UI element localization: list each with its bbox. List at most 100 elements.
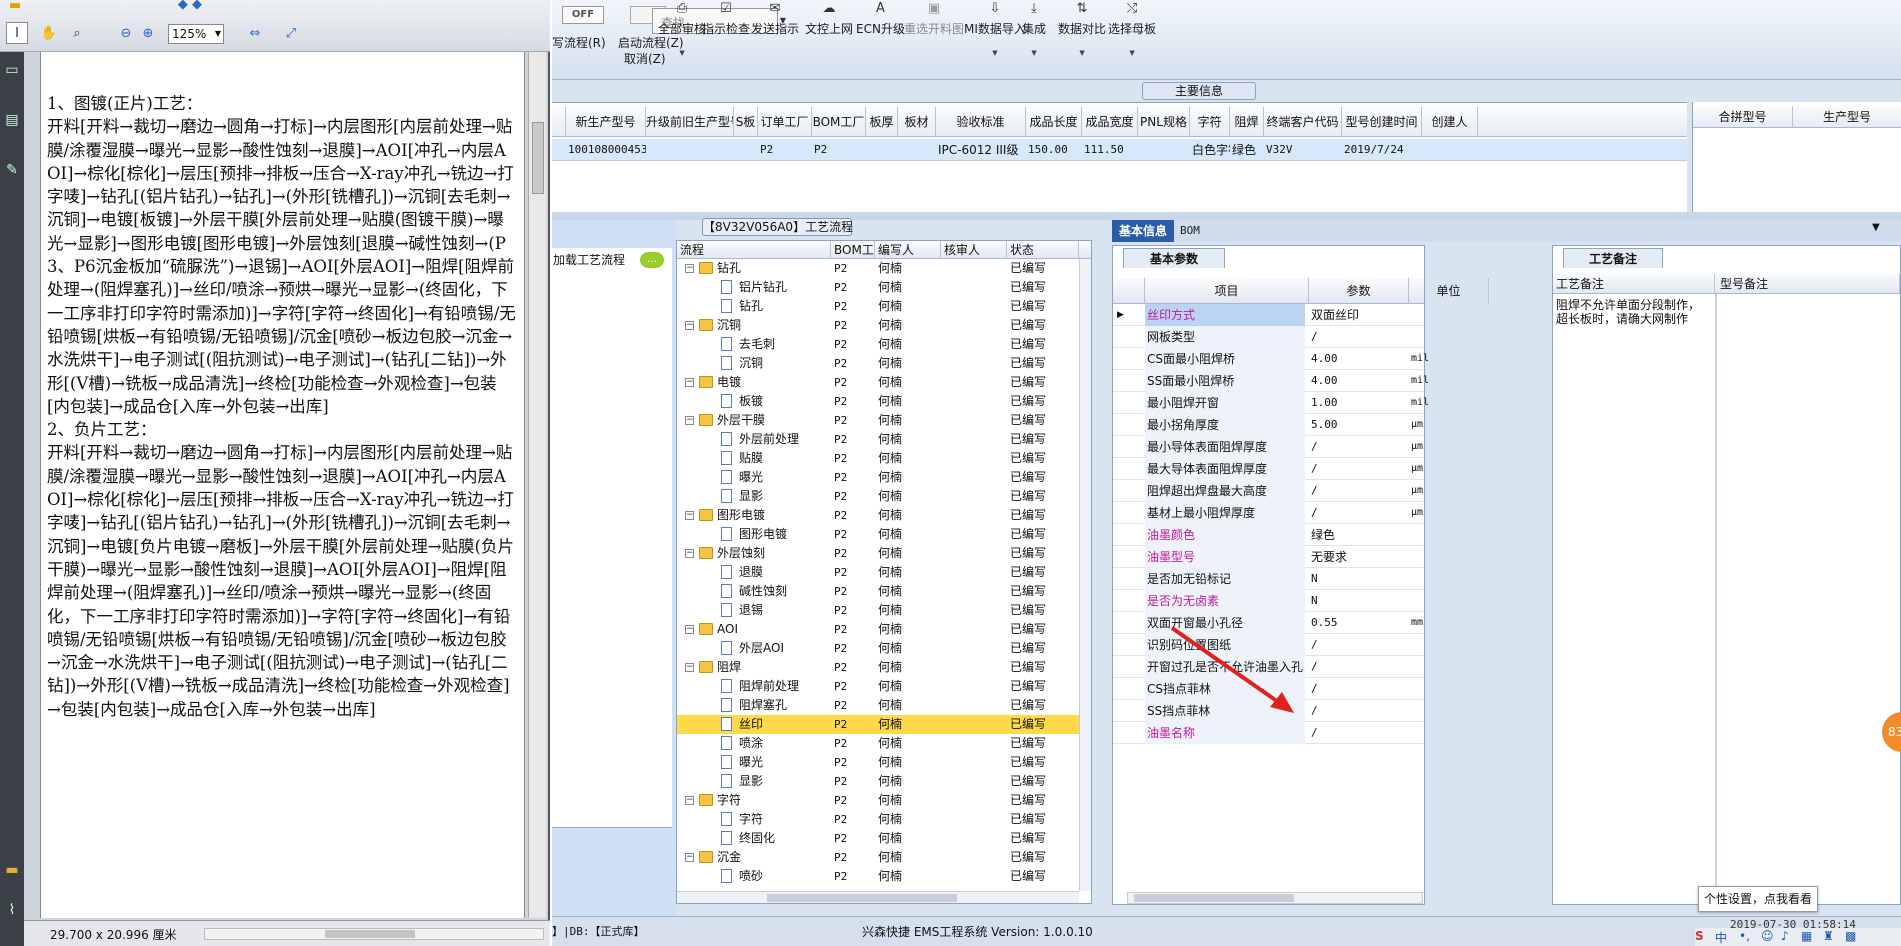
tree-row[interactable]: − 沉金 P2 何楠 已编写 (677, 848, 1079, 867)
collapse-icon[interactable]: − (685, 321, 694, 330)
param-value[interactable]: 1.00 (1309, 392, 1407, 414)
column-header[interactable]: 工艺备注 (1553, 274, 1715, 294)
tree-row[interactable]: 曝光 P2 何楠 已编写 (677, 468, 1079, 487)
param-row[interactable]: 油墨名称 / (1113, 722, 1424, 744)
tab-process-notes[interactable]: 工艺备注 (1563, 248, 1663, 268)
table-cell[interactable]: 10010800045385 (568, 139, 646, 161)
fit-page-icon[interactable]: ⤢ (280, 22, 302, 44)
column-header[interactable]: 状态 (1007, 241, 1079, 259)
collapse-icon[interactable]: − (685, 663, 694, 672)
ribbon-button[interactable]: ⎙ 全部审核 ▼ (658, 0, 706, 76)
tree-row[interactable]: 丝印 P2 何楠 已编写 (677, 715, 1079, 734)
collapse-icon[interactable]: − (685, 625, 694, 634)
param-value[interactable]: 无要求 (1309, 546, 1407, 568)
scroll-thumb[interactable] (532, 122, 544, 194)
param-row[interactable]: 阻焊超出焊盘最大高度 / μm (1113, 480, 1424, 502)
param-value[interactable]: 4.00 (1309, 348, 1407, 370)
tab-basic-info[interactable]: 基本信息 (1112, 220, 1174, 242)
table-cell[interactable]: P2 (814, 139, 866, 161)
param-value[interactable]: / (1309, 700, 1407, 722)
column-header[interactable]: 板材 (898, 107, 936, 137)
column-header[interactable]: 型号备注 (1717, 274, 1900, 294)
ribbon-button[interactable]: ☁ 文控上网 (805, 0, 853, 76)
shirt-icon[interactable]: ♜ (1823, 929, 1834, 943)
table-cell[interactable] (868, 139, 898, 161)
tree-horizontal-scrollbar[interactable] (677, 891, 1079, 903)
load-flow-item[interactable]: 加载工艺流程… (552, 248, 672, 272)
scroll-thumb[interactable] (325, 930, 415, 938)
param-row[interactable]: 最小拐角厚度 5.00 μm (1113, 414, 1424, 436)
tree-row[interactable]: 退锡 P2 何楠 已编写 (677, 601, 1079, 620)
param-row[interactable]: CS面最小阻焊桥 4.00 mil (1113, 348, 1429, 370)
table-cell[interactable] (736, 139, 758, 161)
column-header[interactable]: S板 (734, 107, 758, 137)
param-value[interactable]: / (1309, 502, 1407, 524)
table-cell[interactable]: 白色字符 (1192, 139, 1230, 161)
param-value[interactable]: 双面丝印 (1309, 304, 1407, 326)
bookmarks-icon[interactable]: ▤ (2, 112, 22, 134)
chat-bubble-icon[interactable]: … (640, 252, 664, 268)
collapse-icon[interactable]: − (685, 796, 694, 805)
param-row[interactable]: 最小导体表面阻焊厚度 / μm (1113, 436, 1424, 458)
keyboard-icon[interactable]: ▦ (1801, 929, 1812, 943)
write-flow-label[interactable]: 写流程(R) (552, 34, 606, 51)
param-value[interactable]: / (1309, 656, 1407, 678)
tree-vertical-scrollbar[interactable] (1079, 259, 1091, 891)
ribbon-button[interactable]: ▣ 重选开料图 (904, 0, 964, 76)
column-header[interactable]: 验收标准 (936, 107, 1026, 137)
column-header[interactable]: BOM工厂 (812, 107, 866, 137)
param-value[interactable]: 4.00 (1309, 370, 1407, 392)
sogou-ime-icon[interactable]: S (1695, 929, 1704, 943)
param-row[interactable]: ▶ 丝印方式 双面丝印 (1113, 304, 1424, 326)
tree-row[interactable]: 喷砂 P2 何楠 已编写 (677, 867, 1079, 886)
table-cell[interactable]: IPC-6012 III级 (938, 139, 1026, 161)
column-header[interactable]: 核审人 (941, 241, 1007, 259)
tree-row[interactable]: − 电镀 P2 何楠 已编写 (677, 373, 1079, 392)
column-header[interactable]: 字符 (1190, 107, 1230, 137)
folder-icon[interactable]: ▬ (4, 0, 26, 13)
param-value[interactable]: / (1309, 678, 1407, 700)
scroll-thumb[interactable] (1134, 894, 1294, 902)
param-row[interactable]: 基材上最小阻焊厚度 / μm (1113, 502, 1424, 524)
column-header[interactable]: PNL规格 (1138, 107, 1190, 137)
column-header[interactable]: 成品长度 (1026, 107, 1082, 137)
ime-mode[interactable]: 中 (1715, 929, 1727, 946)
ribbon-button[interactable]: ⇩ MI数据导入 ▼ (964, 0, 1026, 76)
column-header[interactable]: 编写人 (875, 241, 941, 259)
tree-row[interactable]: 图形电镀 P2 何楠 已编写 (677, 525, 1079, 544)
hand-tool-icon[interactable]: ✋ (38, 22, 60, 44)
column-header[interactable]: 升级前旧生产型号 (646, 107, 734, 137)
signature-icon[interactable]: ✎ (2, 162, 22, 184)
table-cell[interactable]: 2019/7/24 (1344, 139, 1422, 161)
off-toggle[interactable]: OFF (562, 6, 604, 24)
ribbon-button[interactable]: A ECN升级 (856, 0, 905, 76)
column-header[interactable]: 创建人 (1422, 107, 1478, 137)
column-header[interactable]: 板厚 (866, 107, 898, 137)
param-value[interactable]: / (1309, 326, 1407, 348)
tree-row[interactable]: − 钻孔 P2 何楠 已编写 (677, 259, 1079, 278)
tree-row[interactable]: 去毛刺 P2 何楠 已编写 (677, 335, 1079, 354)
zoom-in-icon[interactable]: ⊕ (140, 24, 156, 42)
tree-row[interactable]: − 外层蚀刻 P2 何楠 已编写 (677, 544, 1079, 563)
tree-row[interactable]: 碱性蚀刻 P2 何楠 已编写 (677, 582, 1079, 601)
param-value[interactable]: / (1309, 722, 1407, 744)
ribbon-button[interactable]: ⤭ 选择母板 ▼ (1108, 0, 1156, 76)
param-row[interactable]: 是否加无铅标记 N (1113, 568, 1424, 590)
pdf-vertical-scrollbar[interactable] (528, 52, 546, 918)
microphone-icon[interactable]: ♪ (1781, 929, 1789, 943)
table-cell[interactable]: 绿色 (1232, 139, 1264, 161)
param-row[interactable]: 是否为无卤素 N (1113, 590, 1424, 612)
ribbon-button[interactable]: ✉ 发送指示 (751, 0, 799, 76)
table-cell[interactable]: P2 (760, 139, 812, 161)
param-value[interactable]: 0.55 (1309, 612, 1407, 634)
tab-bom[interactable]: BOM (1180, 220, 1220, 242)
tree-row[interactable]: − 沉铜 P2 何楠 已编写 (677, 316, 1079, 335)
column-header[interactable]: BOM工厂 (831, 241, 875, 259)
param-value[interactable]: / (1309, 458, 1407, 480)
tree-row[interactable]: 字符 P2 何楠 已编写 (677, 810, 1079, 829)
tree-row[interactable]: 曝光 P2 何楠 已编写 (677, 753, 1079, 772)
tree-row[interactable]: 贴膜 P2 何楠 已编写 (677, 449, 1079, 468)
param-row[interactable]: SS面最小阻焊桥 4.00 mil (1113, 370, 1429, 392)
tree-row[interactable]: 喷涂 P2 何楠 已编写 (677, 734, 1079, 753)
tree-row[interactable]: − 字符 P2 何楠 已编写 (677, 791, 1079, 810)
